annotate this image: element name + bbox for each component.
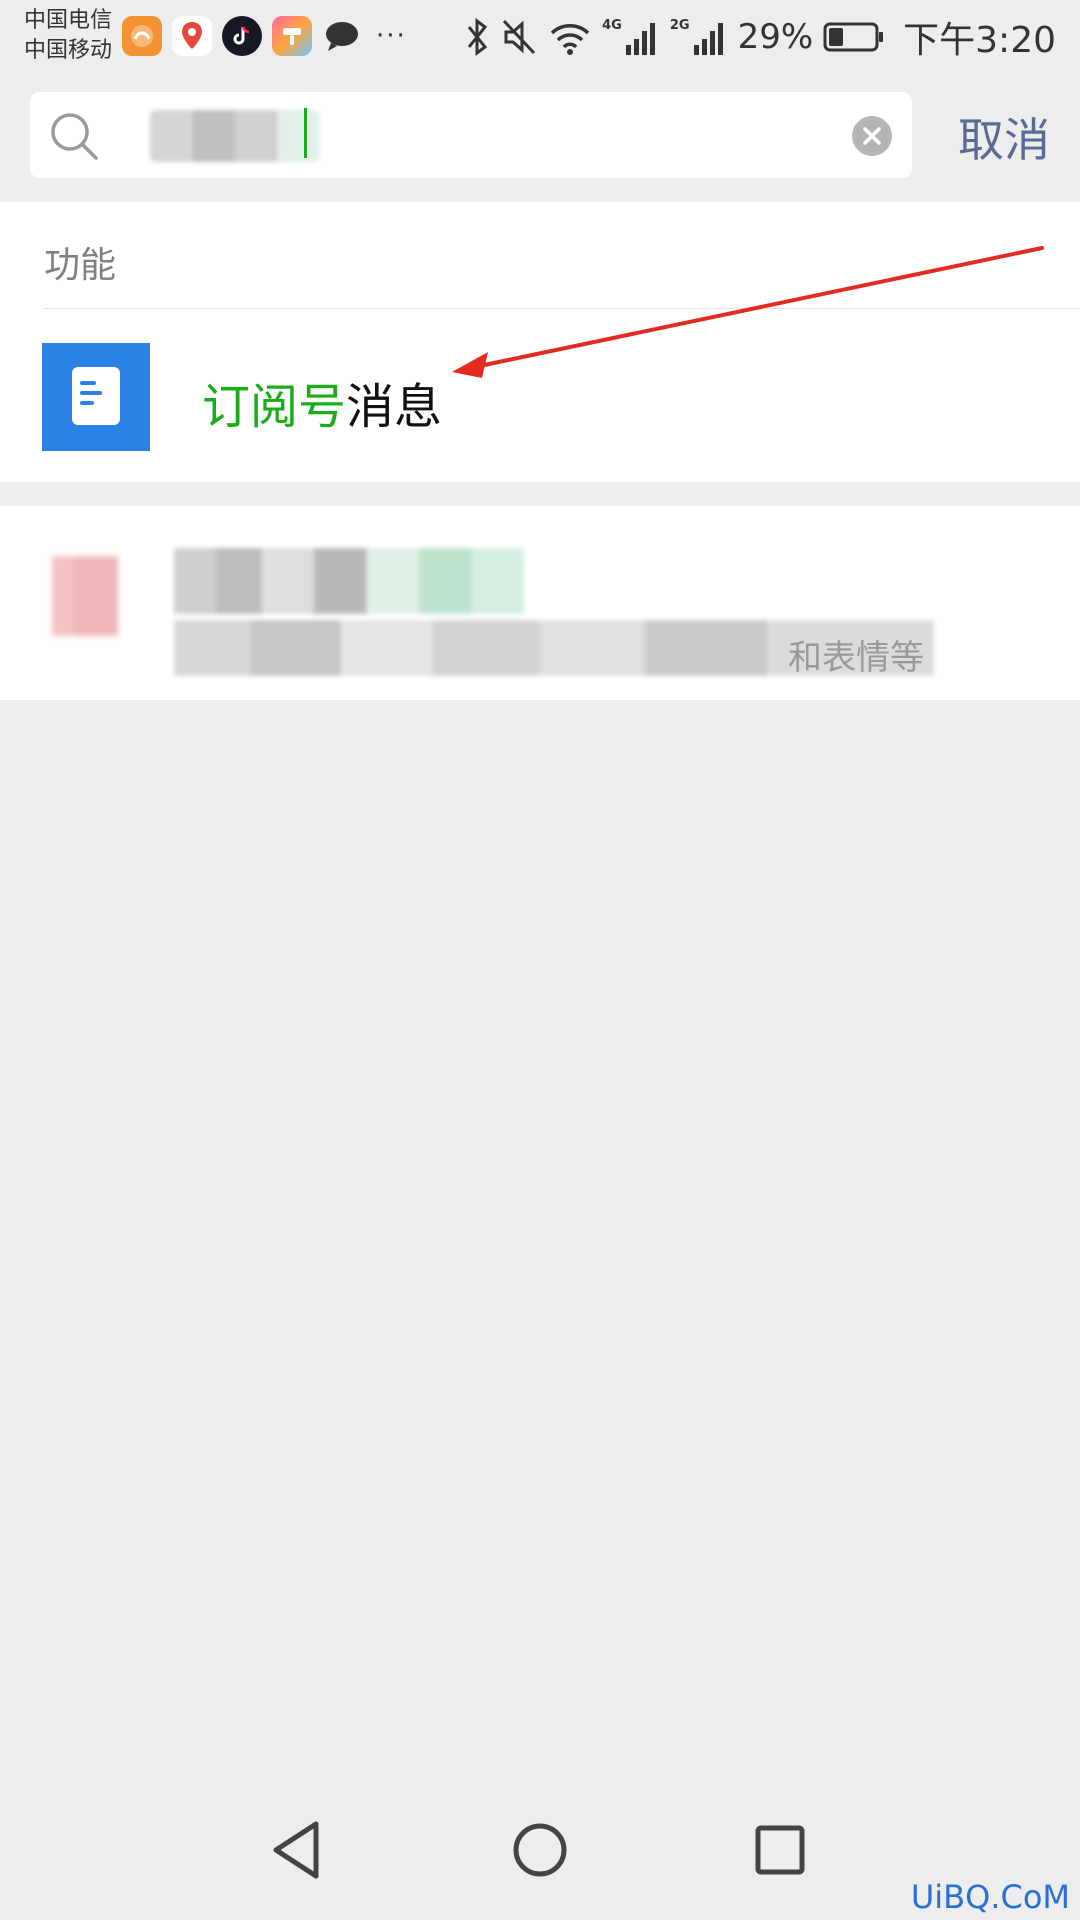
chat-bubble-icon xyxy=(322,16,362,56)
result-subscription-messages[interactable]: 订阅号消息 xyxy=(0,309,1080,481)
carrier-1: 中国电信 xyxy=(24,8,113,33)
search-bar xyxy=(30,92,912,178)
system-icons: 4G 2G 29% 下午3:20 xyxy=(464,14,1056,61)
watermark: UiBQ.CoM xyxy=(910,1878,1070,1916)
signal-icon xyxy=(625,23,655,55)
result-description-tail: 和表情等 xyxy=(788,638,924,678)
matched-keyword: 订阅号 xyxy=(202,379,347,435)
tiktok-icon xyxy=(222,16,262,56)
paint-app-icon xyxy=(272,16,312,56)
carrier-names: 中国电信 中国移动 xyxy=(24,6,112,66)
redacted-title xyxy=(174,548,524,614)
network-4g-label: 4G xyxy=(602,17,622,33)
more-notifications: ··· xyxy=(376,21,407,51)
result-label-rest: 消息 xyxy=(346,379,443,435)
clock: 下午3:20 xyxy=(903,20,1056,61)
battery-icon xyxy=(823,22,884,52)
mute-icon xyxy=(503,19,536,55)
search-icon xyxy=(51,113,98,160)
back-button[interactable] xyxy=(258,1810,338,1890)
redacted-search-text xyxy=(150,110,320,162)
result-label: 订阅号消息 xyxy=(202,367,442,437)
redacted-avatar xyxy=(30,556,140,636)
clear-search-button[interactable] xyxy=(852,116,892,156)
uc-browser-icon xyxy=(122,16,162,56)
notification-icons: ··· xyxy=(122,16,407,56)
recent-square-icon xyxy=(755,1825,805,1875)
home-button[interactable] xyxy=(500,1810,580,1890)
functions-section: 功能 订阅号消息 xyxy=(0,202,1080,482)
carrier-2: 中国移动 xyxy=(24,38,113,63)
battery-percent: 29% xyxy=(737,17,814,57)
wifi-icon xyxy=(550,24,590,55)
recent-apps-button[interactable] xyxy=(740,1810,820,1890)
bluetooth-icon xyxy=(467,18,488,56)
clear-icon xyxy=(863,127,881,145)
status-bar: 中国电信 中国移动 ··· 4G 2G 29% 下午3:20 xyxy=(0,0,1080,80)
map-pin-icon xyxy=(172,16,212,56)
back-triangle-icon xyxy=(273,1821,319,1879)
article-document-icon xyxy=(42,343,150,451)
section-title: 功能 xyxy=(44,245,117,286)
network-2g-label: 2G xyxy=(669,17,690,33)
result-redacted[interactable]: 和表情等 xyxy=(0,506,1080,700)
cancel-button[interactable]: 取消 xyxy=(958,104,1050,170)
signal-icon-2 xyxy=(693,23,723,55)
text-cursor xyxy=(304,108,307,158)
home-circle-icon xyxy=(513,1823,567,1877)
